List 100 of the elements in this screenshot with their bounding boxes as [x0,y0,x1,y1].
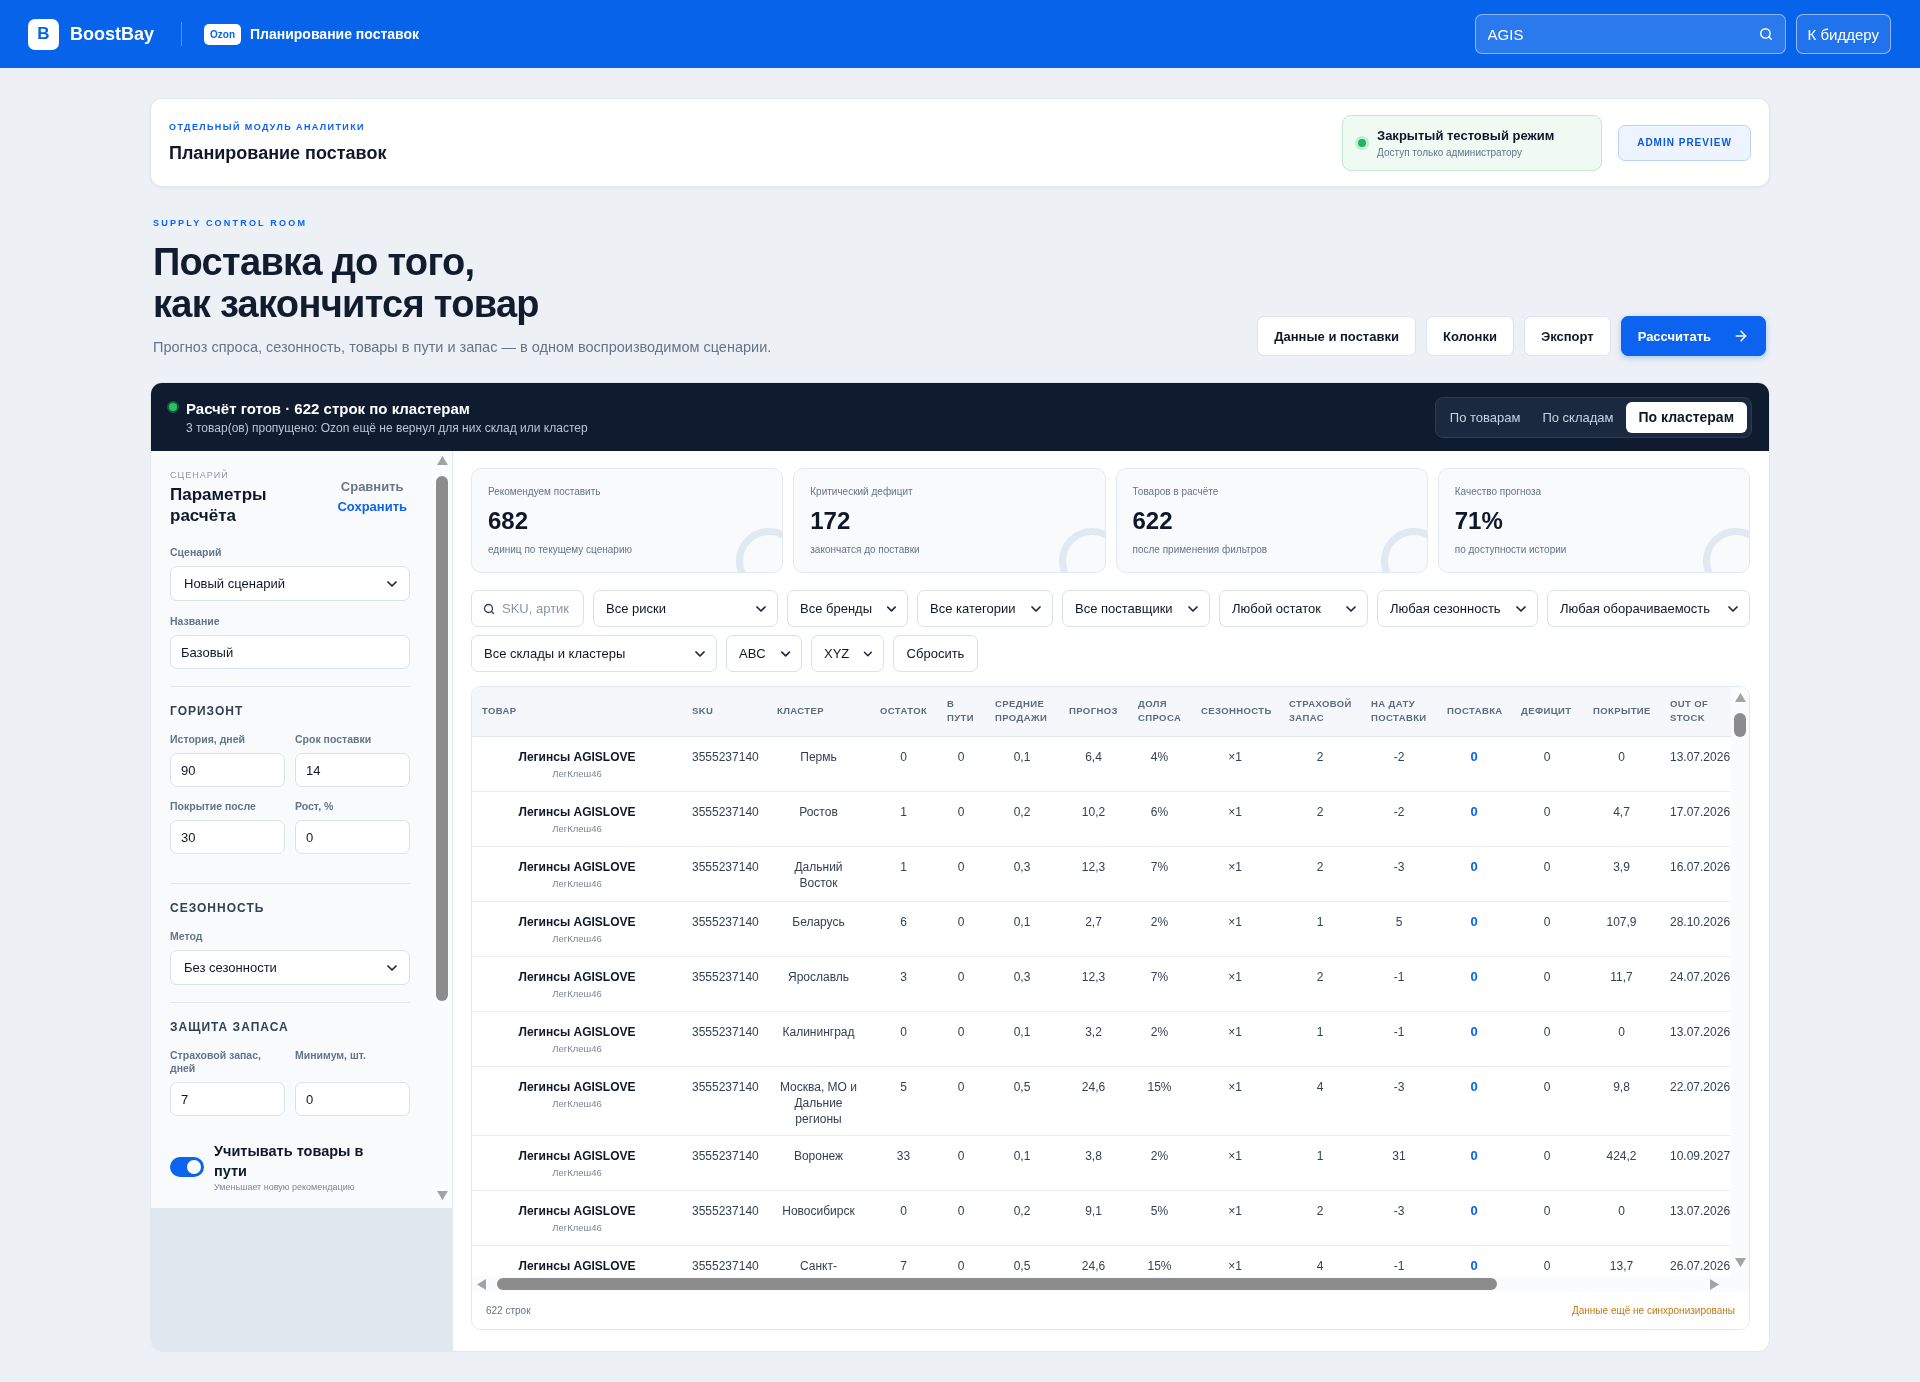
delivery-stock-value: -3 [1393,1202,1405,1219]
seasonality-value: ×1 [1228,1257,1242,1274]
scrollbar-thumb[interactable] [1734,713,1746,737]
supply-value[interactable]: 0 [1470,1023,1478,1040]
product-name: Легинсы AGISLOVE [518,858,636,875]
demand-share-value: 7% [1150,858,1169,875]
triangle-up-icon[interactable] [1734,693,1746,702]
toggle-switch[interactable] [170,1157,204,1177]
deficit-value: 0 [1543,1023,1551,1040]
cluster-name: Дальний Восток [793,858,844,891]
toolbar-button[interactable]: Данные и поставки [1257,316,1416,356]
status-dot-icon [167,401,179,413]
field-label: Рост, % [295,800,335,813]
search-field[interactable]: SKU, артик [471,590,584,627]
column-header[interactable]: SKU [682,687,767,736]
text-input[interactable]: 14 [295,753,410,787]
filter-dropdown[interactable]: Все бренды [787,590,908,627]
supply-value[interactable]: 0 [1470,1202,1478,1219]
toolbar-button[interactable]: Колонки [1425,316,1514,356]
column-header[interactable]: ДОЛЯ СПРОСА [1128,687,1191,736]
column-header[interactable]: СТРАХОВОЙ ЗАПАС [1279,687,1361,736]
text-input[interactable]: Базовый [170,635,410,669]
supply-value[interactable]: 0 [1470,803,1478,820]
text-input[interactable]: 0 [295,820,410,854]
triangle-up-icon[interactable] [436,456,448,465]
supply-value[interactable]: 0 [1470,858,1478,875]
stock-value: 33 [896,1147,911,1164]
column-header[interactable]: ПРОГНОЗ [1059,687,1128,736]
in-transit-value: 0 [957,913,965,930]
seasonality-value: ×1 [1228,803,1242,820]
filter-dropdown[interactable]: Все риски [593,590,778,627]
text-link[interactable]: Сравнить [340,477,404,497]
column-header[interactable]: СРЕДНИЕ ПРОДАЖИ [985,687,1059,736]
product-name: Легинсы AGISLOVE [518,748,636,765]
cluster-name: Ярославль [787,968,849,985]
triangle-down-icon[interactable] [1734,1258,1746,1267]
forecast-value: 24,6 [1081,1257,1106,1274]
supply-value[interactable]: 0 [1470,1257,1478,1274]
column-header[interactable]: ТОВАР [472,687,682,736]
scrollbar-thumb[interactable] [497,1278,1497,1290]
deficit-value: 0 [1543,858,1551,875]
column-header[interactable]: СЕЗОННОСТЬ [1191,687,1279,736]
text-input[interactable]: 30 [170,820,285,854]
column-header[interactable]: ПОСТАВКА [1437,687,1511,736]
view-tab[interactable]: По товарам [1439,401,1531,433]
select-dropdown[interactable]: Без сезонности [170,950,410,985]
triangle-right-icon[interactable] [1710,1278,1719,1290]
column-header[interactable]: ДЕФИЦИТ [1511,687,1583,736]
view-tab[interactable]: По складам [1532,401,1624,433]
supply-value[interactable]: 0 [1470,1078,1478,1095]
supply-value[interactable]: 0 [1470,968,1478,985]
admin-preview-button[interactable]: ADMIN PREVIEW [1618,124,1751,161]
toolbar-button[interactable]: Экспорт [1523,316,1611,356]
filter-dropdown[interactable]: Все поставщики [1062,590,1210,627]
supply-value[interactable]: 0 [1470,1147,1478,1164]
delivery-stock-value: -1 [1393,968,1405,985]
filter-dropdown[interactable]: XYZ [811,635,884,672]
column-header[interactable]: ПОКРЫТИЕ [1583,687,1660,736]
status-caption: Доступ только администратору [1377,146,1522,158]
select-dropdown[interactable]: Новый сценарий [170,566,410,601]
text-input[interactable]: 90 [170,753,285,787]
text-input[interactable]: 0 [295,1082,410,1116]
row-count: 622 строк [486,1305,531,1316]
filter-dropdown[interactable]: Любой остаток [1219,590,1368,627]
reset-button[interactable]: Сбросить [893,635,978,672]
filter-dropdown[interactable]: Все склады и кластеры [471,635,717,672]
kpi-label: Качество прогноза [1454,486,1542,498]
column-header[interactable]: КЛАСТЕР [767,687,870,736]
scrollbar-thumb[interactable] [436,476,448,1001]
delivery-stock-value: 5 [1395,913,1403,930]
delivery-stock-value: -1 [1393,1023,1405,1040]
triangle-down-icon[interactable] [436,1191,448,1200]
filter-dropdown[interactable]: Любая сезонность [1377,590,1538,627]
product-article: ЛегКлеш46 [552,766,602,781]
module-title: Планирование поставок [169,141,387,164]
filter-dropdown[interactable]: Любая оборачиваемость [1547,590,1750,627]
filter-dropdown[interactable]: ABC [726,635,802,672]
column-header[interactable]: OUT OF STOCK [1660,687,1731,736]
supply-value[interactable]: 0 [1470,913,1478,930]
search-field[interactable]: AGIS [1474,14,1786,54]
demand-share-value: 4% [1150,748,1169,765]
stockout-date: 10.09.2027 [1670,1147,1731,1164]
column-header[interactable]: НА ДАТУ ПОСТАВКИ [1361,687,1437,736]
supply-value[interactable]: 0 [1470,748,1478,765]
demand-share-value: 2% [1150,913,1169,930]
column-header[interactable]: ОСТАТОК [870,687,937,736]
forecast-value: 24,6 [1081,1078,1106,1095]
product-name: Легинсы AGISLOVE [518,968,636,985]
filter-dropdown[interactable]: Все категории [917,590,1053,627]
primary-button[interactable]: Рассчитать [1620,316,1766,356]
delivery-stock-value: 31 [1392,1147,1406,1164]
text-link[interactable]: Сохранить [337,497,407,517]
text-input[interactable]: 7 [170,1082,285,1116]
column-header[interactable]: В ПУТИ [937,687,985,736]
bidder-button[interactable]: К биддеру [1795,14,1891,54]
product-article: ЛегКлеш46 [552,1220,602,1235]
view-tab[interactable]: По кластерам [1625,401,1747,433]
deficit-value: 0 [1543,1202,1551,1219]
triangle-left-icon[interactable] [477,1278,486,1290]
stock-value: 0 [900,748,907,765]
